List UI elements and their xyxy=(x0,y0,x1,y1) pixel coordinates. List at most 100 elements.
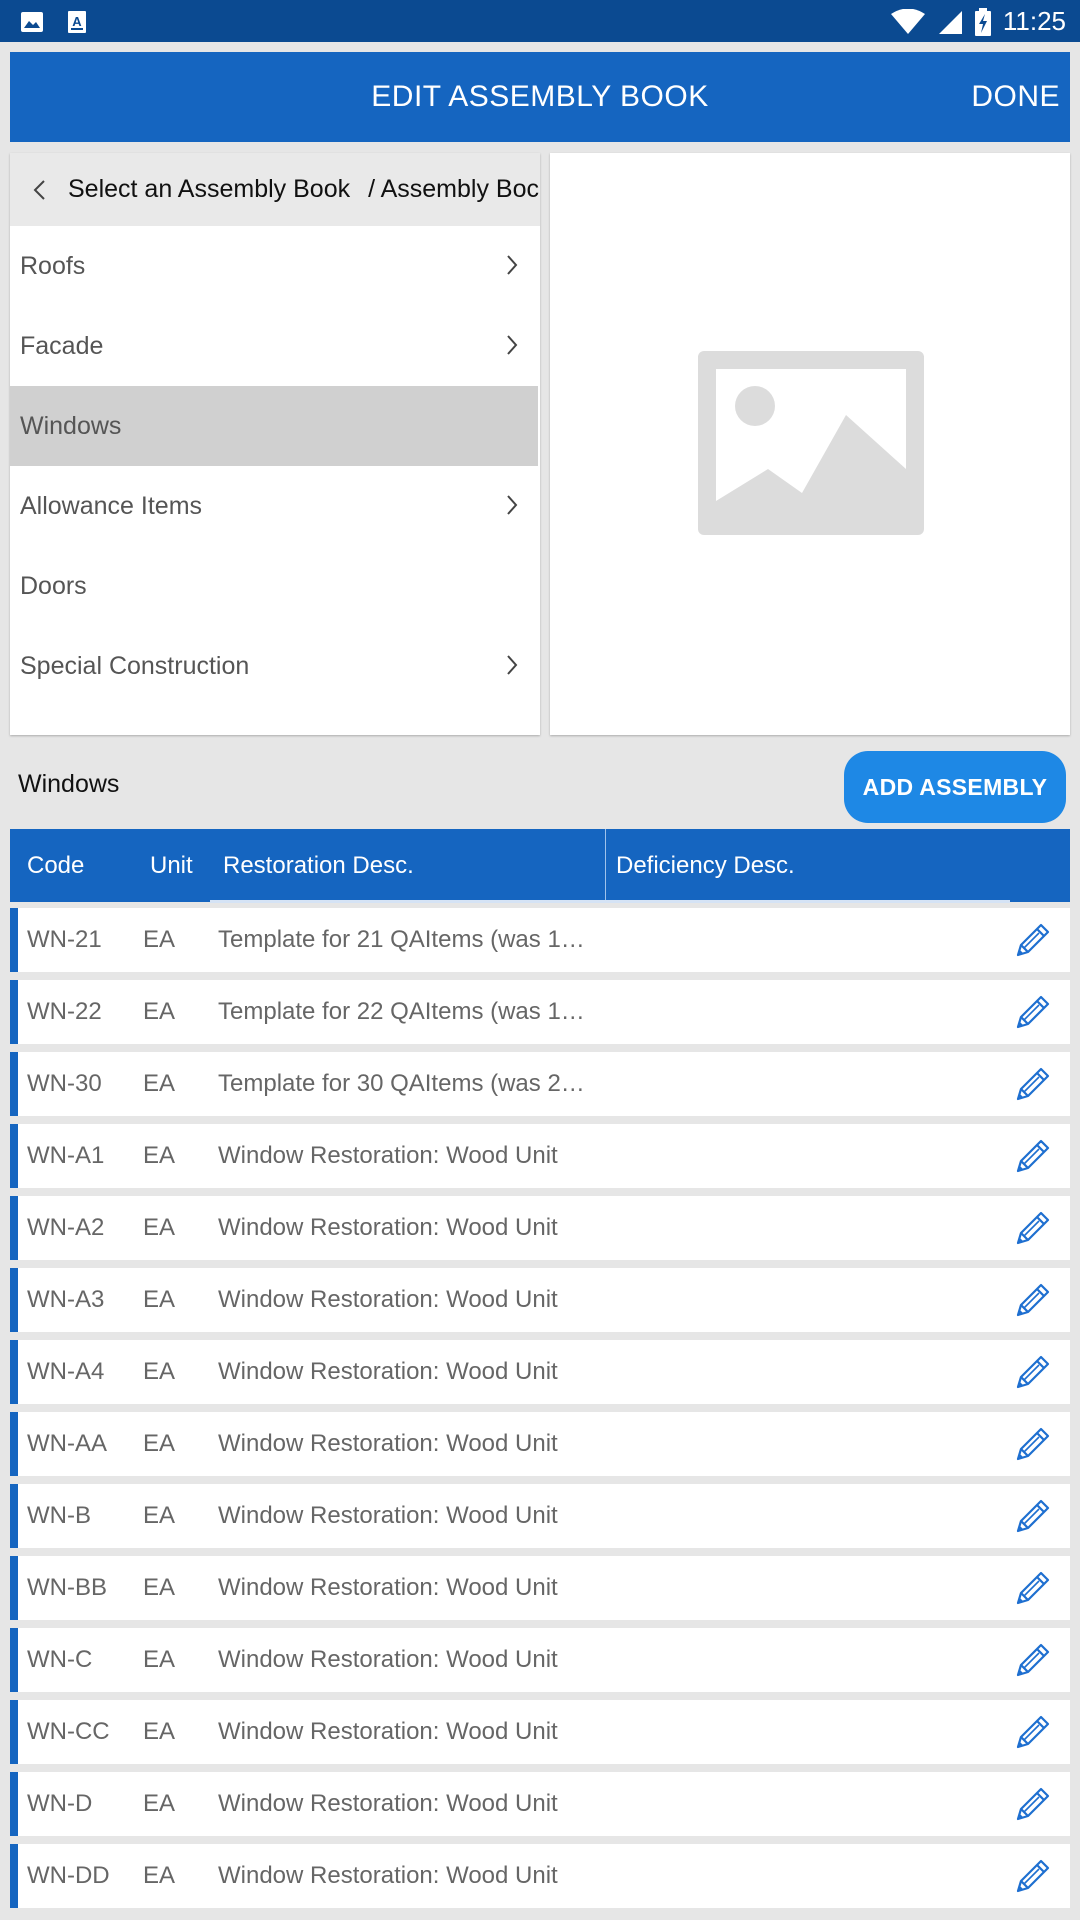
edit-button[interactable] xyxy=(1013,1484,1053,1548)
edit-button[interactable] xyxy=(1013,1052,1053,1116)
pencil-icon xyxy=(1016,1355,1050,1389)
table-row[interactable]: WN-A2 EA Window Restoration: Wood Unit xyxy=(10,1196,1070,1260)
done-button[interactable]: DONE xyxy=(971,52,1060,142)
row-restoration-desc: Window Restoration: Wood Unit xyxy=(218,1214,558,1241)
row-restoration-desc: Window Restoration: Wood Unit xyxy=(218,1646,558,1673)
row-code: WN-D xyxy=(27,1790,93,1817)
row-code: WN-30 xyxy=(27,1070,102,1097)
row-accent xyxy=(10,1844,18,1908)
chevron-right-icon xyxy=(507,655,518,675)
column-header-unit[interactable]: Unit xyxy=(150,829,193,902)
assembly-book-list: Select an Assembly Book / Assembly Boc R… xyxy=(10,153,540,735)
row-unit: EA xyxy=(143,1142,176,1169)
table-row[interactable]: WN-A1 EA Window Restoration: Wood Unit xyxy=(10,1124,1070,1188)
row-unit: EA xyxy=(143,1790,176,1817)
edit-button[interactable] xyxy=(1013,1844,1053,1908)
header-underline xyxy=(210,900,1010,903)
pencil-icon xyxy=(1016,1859,1050,1893)
edit-button[interactable] xyxy=(1013,1700,1053,1764)
row-accent xyxy=(10,1628,18,1692)
table-row[interactable]: WN-C EA Window Restoration: Wood Unit xyxy=(10,1628,1070,1692)
table-row[interactable]: WN-21 EA Template for 21 QAItems (was 1… xyxy=(10,908,1070,972)
row-restoration-desc: Window Restoration: Wood Unit xyxy=(218,1142,558,1169)
table-row[interactable]: WN-CC EA Window Restoration: Wood Unit xyxy=(10,1700,1070,1764)
row-accent xyxy=(10,1268,18,1332)
edit-button[interactable] xyxy=(1013,1412,1053,1476)
menu-item-label: Windows xyxy=(20,411,122,440)
pencil-icon xyxy=(1016,1499,1050,1533)
image-placeholder-icon xyxy=(698,351,924,535)
row-accent xyxy=(10,908,18,972)
pencil-icon xyxy=(1016,923,1050,957)
row-code: WN-22 xyxy=(27,998,102,1025)
row-restoration-desc: Window Restoration: Wood Unit xyxy=(218,1358,558,1385)
row-unit: EA xyxy=(143,1286,176,1313)
table-row[interactable]: WN-B EA Window Restoration: Wood Unit xyxy=(10,1484,1070,1548)
table-row[interactable]: WN-30 EA Template for 30 QAItems (was 2… xyxy=(10,1052,1070,1116)
edit-button[interactable] xyxy=(1013,1772,1053,1836)
column-divider[interactable] xyxy=(605,829,606,902)
breadcrumb-current[interactable]: Select an Assembly Book xyxy=(68,175,350,204)
row-unit: EA xyxy=(143,1718,176,1745)
menu-item-doors[interactable]: Doors xyxy=(10,546,540,626)
add-assembly-button[interactable]: ADD ASSEMBLY xyxy=(844,751,1066,823)
row-accent xyxy=(10,1484,18,1548)
section-title: Windows xyxy=(18,770,120,798)
row-code: WN-21 xyxy=(27,926,102,953)
edit-button[interactable] xyxy=(1013,1628,1053,1692)
menu-item-special-construction[interactable]: Special Construction xyxy=(10,626,540,706)
row-restoration-desc: Template for 30 QAItems (was 2… xyxy=(218,1070,585,1097)
table-row[interactable]: WN-22 EA Template for 22 QAItems (was 1… xyxy=(10,980,1070,1044)
assembly-table: WN-21 EA Template for 21 QAItems (was 1… WN… xyxy=(10,908,1070,1916)
pencil-icon xyxy=(1016,995,1050,1029)
row-restoration-desc: Window Restoration: Wood Unit xyxy=(218,1574,558,1601)
row-restoration-desc: Window Restoration: Wood Unit xyxy=(218,1790,558,1817)
row-unit: EA xyxy=(143,1502,176,1529)
status-bar: A 11:25 xyxy=(0,0,1080,42)
menu-item-facade[interactable]: Facade xyxy=(10,306,540,386)
row-accent xyxy=(10,1340,18,1404)
row-unit: EA xyxy=(143,998,176,1025)
signal-icon xyxy=(938,10,962,34)
table-row[interactable]: WN-A3 EA Window Restoration: Wood Unit xyxy=(10,1268,1070,1332)
row-accent xyxy=(10,1124,18,1188)
column-header-deficiency[interactable]: Deficiency Desc. xyxy=(616,829,795,902)
table-row[interactable]: WN-AA EA Window Restoration: Wood Unit xyxy=(10,1412,1070,1476)
menu-item-label: Doors xyxy=(20,571,87,600)
table-row[interactable]: WN-D EA Window Restoration: Wood Unit xyxy=(10,1772,1070,1836)
menu-item-windows[interactable]: Windows xyxy=(10,386,538,466)
row-restoration-desc: Window Restoration: Wood Unit xyxy=(218,1718,558,1745)
table-row[interactable]: WN-A4 EA Window Restoration: Wood Unit xyxy=(10,1340,1070,1404)
pencil-icon xyxy=(1016,1643,1050,1677)
edit-button[interactable] xyxy=(1013,1268,1053,1332)
pencil-icon xyxy=(1016,1139,1050,1173)
edit-button[interactable] xyxy=(1013,1340,1053,1404)
row-code: WN-CC xyxy=(27,1718,110,1745)
back-button[interactable] xyxy=(10,153,68,226)
menu-item-label: Facade xyxy=(20,331,104,360)
image-preview-panel xyxy=(550,153,1070,735)
edit-button[interactable] xyxy=(1013,980,1053,1044)
edit-button[interactable] xyxy=(1013,908,1053,972)
row-code: WN-A2 xyxy=(27,1214,105,1241)
row-restoration-desc: Window Restoration: Wood Unit xyxy=(218,1286,558,1313)
menu-item-label: Special Construction xyxy=(20,651,250,680)
table-row[interactable]: WN-BB EA Window Restoration: Wood Unit xyxy=(10,1556,1070,1620)
gallery-icon xyxy=(21,12,43,32)
column-header-restoration[interactable]: Restoration Desc. xyxy=(223,829,414,902)
menu-item-allowance-items[interactable]: Allowance Items xyxy=(10,466,540,546)
column-header-code[interactable]: Code xyxy=(27,829,84,902)
pencil-icon xyxy=(1016,1067,1050,1101)
row-code: WN-B xyxy=(27,1502,91,1529)
breadcrumb-next[interactable]: / Assembly Boc xyxy=(368,175,539,204)
row-unit: EA xyxy=(143,1862,176,1889)
table-row[interactable]: WN-DD EA Window Restoration: Wood Unit xyxy=(10,1844,1070,1908)
edit-button[interactable] xyxy=(1013,1556,1053,1620)
menu-item-roofs[interactable]: Roofs xyxy=(10,226,540,306)
edit-button[interactable] xyxy=(1013,1196,1053,1260)
edit-button[interactable] xyxy=(1013,1124,1053,1188)
pencil-icon xyxy=(1016,1283,1050,1317)
text-icon: A xyxy=(68,11,86,33)
pencil-icon xyxy=(1016,1787,1050,1821)
row-unit: EA xyxy=(143,1574,176,1601)
